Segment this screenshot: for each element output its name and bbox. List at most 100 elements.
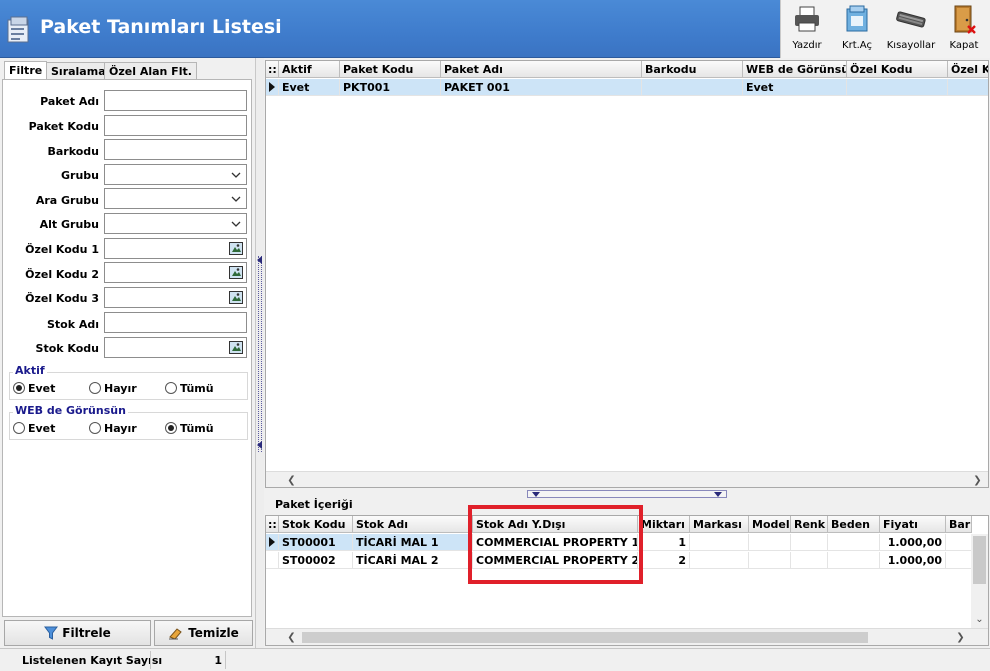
cell-miktari[interactable]: 2 — [638, 552, 690, 569]
cell-paket-adi[interactable]: PAKET 001 — [441, 79, 642, 96]
ozel-kodu-2-input[interactable] — [104, 262, 247, 283]
cell-renk[interactable] — [791, 552, 828, 569]
cell-stok-kodu[interactable]: ST00001 — [279, 534, 353, 551]
cell-ozel-kodu-2[interactable] — [948, 79, 988, 96]
scroll-down-icon[interactable]: ⌄ — [971, 611, 988, 628]
chevron-down-icon[interactable] — [230, 169, 242, 181]
row-indicator — [266, 534, 279, 551]
collapse-left-icon[interactable] — [257, 256, 263, 264]
aktif-evet-radio[interactable]: Evet — [13, 382, 55, 396]
col-renk[interactable]: Renk — [791, 516, 828, 533]
scroll-left-icon[interactable]: ❮ — [283, 629, 300, 645]
clear-button[interactable]: Temizle — [154, 620, 253, 646]
scroll-thumb[interactable] — [302, 632, 868, 643]
window-title: Paket Tanımları Listesi — [40, 16, 282, 38]
stok-kodu-input[interactable] — [104, 337, 247, 358]
web-tumu-radio[interactable]: Tümü — [165, 422, 214, 436]
col-paket-kodu[interactable]: Paket Kodu — [340, 61, 441, 78]
col-barkodu[interactable]: Barkodu — [642, 61, 743, 78]
col-beden[interactable]: Beden — [828, 516, 880, 533]
print-button[interactable]: Yazdır — [783, 0, 831, 58]
shortcuts-button[interactable]: Kısayollar — [883, 0, 939, 58]
cell-beden[interactable] — [828, 552, 880, 569]
barkodu-label: Barkodu — [47, 145, 99, 158]
cell-markasi[interactable] — [690, 552, 749, 569]
lookup-icon[interactable] — [229, 266, 243, 279]
col-web[interactable]: WEB de Görünsün — [743, 61, 847, 78]
col-fiyati[interactable]: Fiyatı — [880, 516, 946, 533]
col-paket-adi[interactable]: Paket Adı — [441, 61, 642, 78]
cell-stok-adi[interactable]: TİCARİ MAL 1 — [353, 534, 473, 551]
col-stok-kodu[interactable]: Stok Kodu — [279, 516, 353, 533]
collapse-left-icon[interactable] — [257, 441, 263, 449]
aktif-group-title: Aktif — [13, 364, 47, 377]
cell-renk[interactable] — [791, 534, 828, 551]
col-markasi[interactable]: Markası — [690, 516, 749, 533]
col-ozel-kodu-2[interactable]: Özel K — [948, 61, 988, 78]
web-hayir-radio[interactable]: Hayır — [89, 422, 137, 436]
keyboard-icon — [896, 11, 926, 28]
highlight-box — [468, 505, 643, 584]
cell-modeli[interactable] — [749, 552, 791, 569]
alt-grubu-select[interactable] — [104, 213, 247, 234]
cell-barkodu[interactable] — [642, 79, 743, 96]
open-card-label: Krt.Aç — [842, 40, 872, 51]
collapse-down-icon[interactable] — [714, 492, 722, 497]
col-barkod[interactable]: Bar — [946, 516, 972, 533]
cell-aktif[interactable]: Evet — [279, 79, 340, 96]
ara-grubu-select[interactable] — [104, 188, 247, 209]
aktif-tumu-radio[interactable]: Tümü — [165, 382, 214, 396]
cell-miktari[interactable]: 1 — [638, 534, 690, 551]
paket-grid: :: Aktif Paket Kodu Paket Adı Barkodu WE… — [265, 60, 989, 488]
col-modeli[interactable]: Modeli — [749, 516, 791, 533]
splitter-grip[interactable] — [258, 256, 262, 452]
ozel-kodu-3-input[interactable] — [104, 287, 247, 308]
chevron-down-icon[interactable] — [230, 218, 242, 230]
cell-barkod[interactable] — [946, 534, 972, 551]
ozel-kodu-1-input[interactable] — [104, 238, 247, 259]
detail-vertical-scrollbar[interactable]: ⌄ — [971, 534, 988, 628]
web-evet-radio[interactable]: Evet — [13, 422, 55, 436]
filter-button[interactable]: Filtrele — [4, 620, 151, 646]
stok-adi-input[interactable] — [104, 312, 247, 333]
scroll-right-icon[interactable]: ❯ — [952, 629, 969, 645]
col-stok-adi[interactable]: Stok Adı — [353, 516, 473, 533]
paket-kodu-input[interactable] — [104, 115, 247, 136]
main-horizontal-scrollbar[interactable]: ❮ ❯ — [266, 471, 988, 487]
chevron-down-icon[interactable] — [230, 193, 242, 205]
close-button[interactable]: Kapat — [941, 0, 987, 58]
cell-web[interactable]: Evet — [743, 79, 847, 96]
paket-adi-input[interactable] — [104, 90, 247, 111]
scroll-left-icon[interactable]: ❮ — [283, 472, 300, 487]
aktif-hayir-radio[interactable]: Hayır — [89, 382, 137, 396]
cell-beden[interactable] — [828, 534, 880, 551]
cell-fiyati[interactable]: 1.000,00 — [880, 552, 946, 569]
tab-filtre[interactable]: Filtre — [4, 61, 48, 81]
collapse-down-icon[interactable] — [532, 492, 540, 497]
detail-horizontal-scrollbar[interactable]: ❮ ❯ — [266, 628, 988, 645]
col-aktif[interactable]: Aktif — [279, 61, 340, 78]
cell-markasi[interactable] — [690, 534, 749, 551]
col-ozel-kodu[interactable]: Özel Kodu — [847, 61, 948, 78]
scroll-thumb[interactable] — [973, 536, 986, 584]
cell-stok-adi[interactable]: TİCARİ MAL 2 — [353, 552, 473, 569]
status-bar: Listelenen Kayıt Sayısı 1 — [0, 648, 990, 671]
cell-fiyati[interactable]: 1.000,00 — [880, 534, 946, 551]
barkodu-input[interactable] — [104, 139, 247, 160]
grubu-select[interactable] — [104, 164, 247, 185]
horizontal-splitter[interactable] — [527, 490, 727, 498]
cell-paket-kodu[interactable]: PKT001 — [340, 79, 441, 96]
radio-selected-icon — [13, 382, 25, 394]
lookup-icon[interactable] — [229, 291, 243, 304]
cell-barkod[interactable] — [946, 552, 972, 569]
cell-ozel-kodu[interactable] — [847, 79, 948, 96]
cell-modeli[interactable] — [749, 534, 791, 551]
scroll-right-icon[interactable]: ❯ — [969, 472, 986, 487]
ara-grubu-label: Ara Grubu — [35, 194, 99, 207]
col-miktari[interactable]: Miktarı — [638, 516, 690, 533]
ozel-kodu-3-label: Özel Kodu 3 — [25, 292, 99, 305]
cell-stok-kodu[interactable]: ST00002 — [279, 552, 353, 569]
lookup-icon[interactable] — [229, 341, 243, 354]
lookup-icon[interactable] — [229, 242, 243, 255]
open-card-button[interactable]: Krt.Aç — [833, 0, 881, 58]
